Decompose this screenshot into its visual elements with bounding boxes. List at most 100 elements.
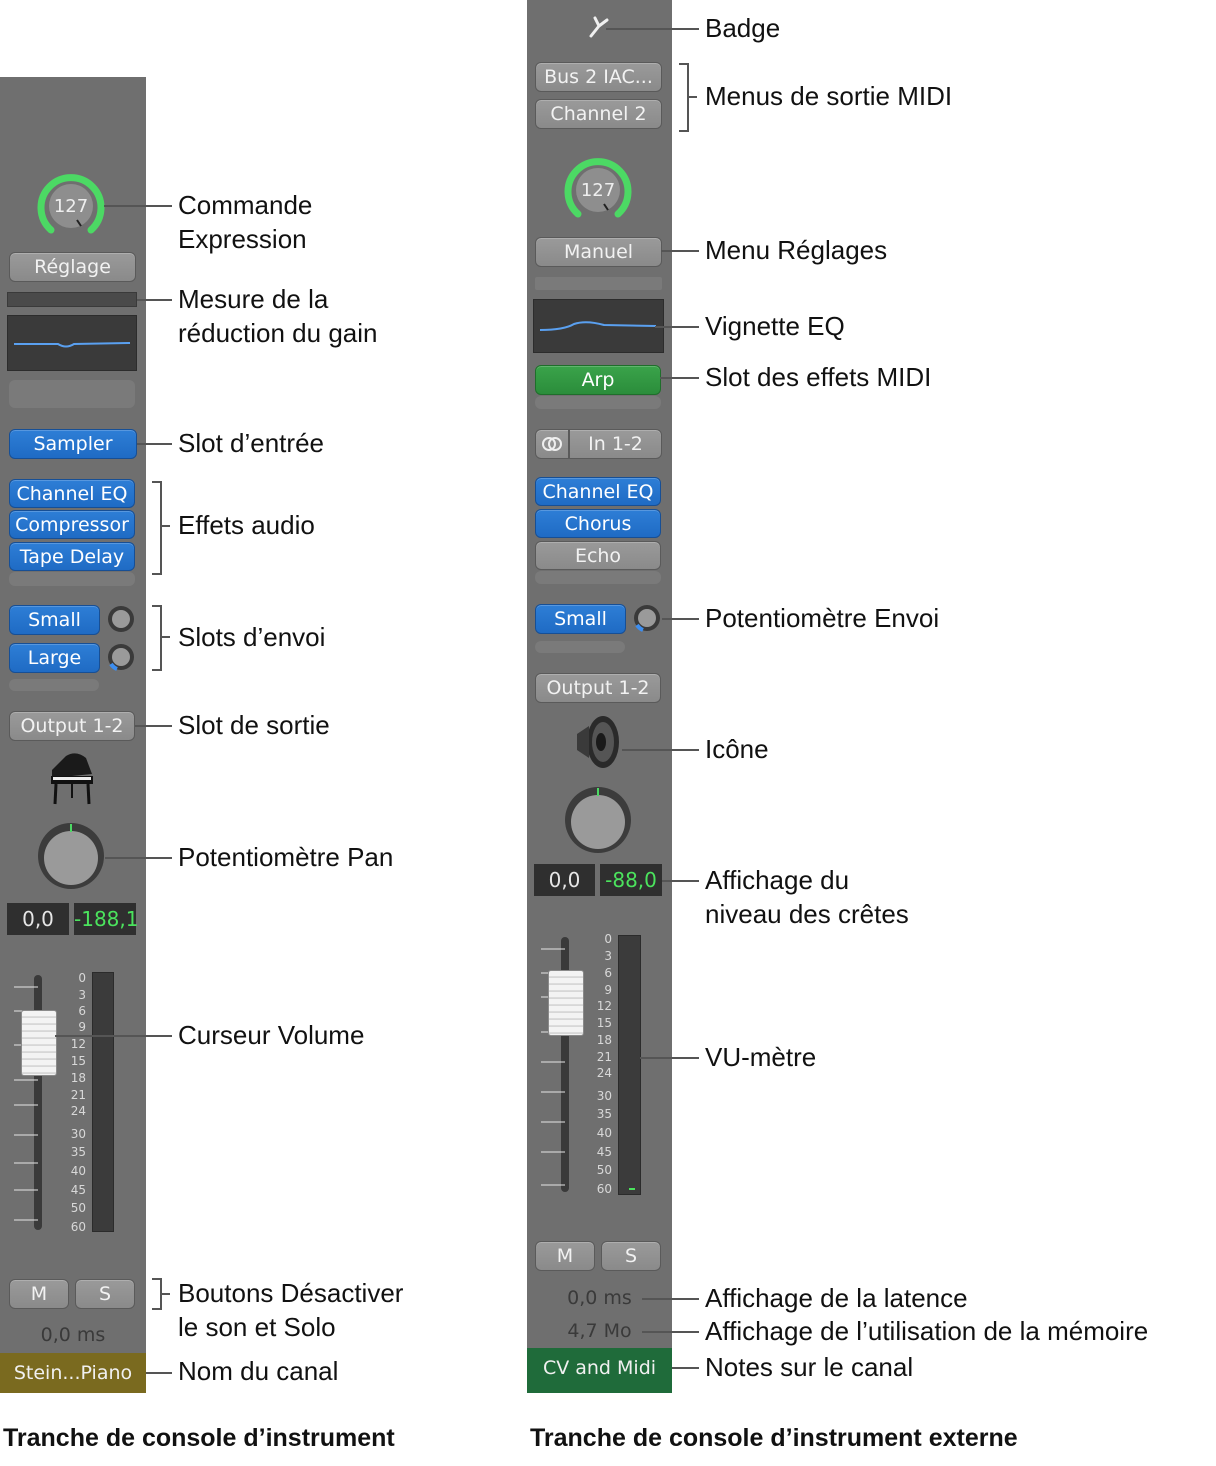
- callout-mute-solo-1: Boutons Désactiver: [178, 1278, 404, 1308]
- input-slot[interactable]: In 1-2: [569, 429, 662, 459]
- output-slot[interactable]: Output 1-2: [535, 673, 661, 703]
- gain-reduction-meter: [535, 277, 662, 290]
- audio-effect-slot-1[interactable]: Channel EQ: [535, 477, 661, 506]
- audio-effect-slot-empty[interactable]: [535, 571, 661, 584]
- scale-label: 24: [70, 1104, 86, 1118]
- callout-bracket: [679, 63, 689, 132]
- solo-button[interactable]: S: [601, 1241, 661, 1271]
- input-slot[interactable]: Sampler: [9, 429, 137, 459]
- send-slot-empty[interactable]: [535, 641, 625, 653]
- midi-output-channel-menu[interactable]: Channel 2: [535, 99, 662, 129]
- scale-label: 40: [596, 1126, 612, 1140]
- callout-peak-1: Affichage du: [705, 865, 850, 895]
- send-knob[interactable]: [632, 603, 662, 633]
- midi-fx-slot-empty[interactable]: [9, 380, 135, 408]
- expression-value: 127: [53, 196, 89, 217]
- callout-peak-2: niveau des crêtes: [705, 899, 909, 929]
- scale-label: 60: [70, 1220, 86, 1234]
- callout-bracket-tick: [162, 525, 170, 527]
- expression-value: 127: [580, 180, 616, 201]
- volume-value[interactable]: 0,0: [534, 864, 595, 896]
- callout-channel-name: Nom du canal: [178, 1356, 339, 1386]
- scale-label: 15: [70, 1054, 86, 1068]
- callout-badge: Badge: [705, 13, 781, 43]
- scale-label: 6: [78, 1004, 86, 1018]
- send-slot[interactable]: Small: [535, 604, 626, 634]
- volume-value[interactable]: 0,0: [7, 903, 69, 935]
- callout-notes: Notes sur le canal: [705, 1352, 914, 1382]
- scale-label: 50: [70, 1201, 86, 1215]
- eq-curve: [539, 321, 657, 331]
- callout-icon: Icône: [705, 734, 769, 764]
- callout-line: [662, 618, 699, 620]
- scale-label: 9: [78, 1020, 86, 1034]
- callout-vu-meter: VU-mètre: [705, 1042, 817, 1072]
- audio-effect-slot-3[interactable]: Echo: [535, 541, 661, 570]
- scale-label: 45: [596, 1145, 612, 1159]
- callout-memory: Affichage de l’utilisation de la mémoire: [705, 1316, 1149, 1346]
- audio-effect-slot-2[interactable]: Compressor: [9, 510, 135, 539]
- midi-fx-slot-empty[interactable]: [535, 396, 661, 409]
- midi-output-port-menu[interactable]: Bus 2 IAC...: [535, 62, 662, 92]
- audio-effect-slot-3[interactable]: Tape Delay: [9, 542, 135, 571]
- callout-bracket-tick: [162, 636, 170, 638]
- callout-expression-2: Expression: [178, 224, 307, 254]
- latency-display: 0,0 ms: [40, 1324, 106, 1346]
- audio-effect-slot-1[interactable]: Channel EQ: [9, 479, 135, 508]
- scale-label: 6: [604, 966, 612, 980]
- callout-line: [104, 205, 172, 207]
- pan-knob[interactable]: [37, 822, 105, 890]
- callout-pan: Potentiomètre Pan: [178, 842, 394, 872]
- send-slot-1[interactable]: Small: [9, 605, 100, 635]
- meter-scale: 0 3 6 9 12 15 18 21 24 30 35 40 45 50 60: [62, 971, 90, 1234]
- settings-menu[interactable]: Manuel: [535, 237, 662, 267]
- link-button[interactable]: [535, 429, 569, 459]
- send-slot-empty[interactable]: [9, 679, 99, 691]
- audio-effect-slot-empty[interactable]: [9, 572, 135, 586]
- setting-button[interactable]: Réglage: [9, 252, 136, 282]
- callout-line: [105, 857, 172, 859]
- callout-line: [661, 250, 699, 252]
- speaker-icon: [577, 716, 619, 768]
- output-slot[interactable]: Output 1-2: [9, 711, 135, 741]
- scale-label: 35: [70, 1145, 86, 1159]
- callout-volume: Curseur Volume: [178, 1020, 365, 1050]
- gain-reduction-meter: [7, 292, 137, 307]
- solo-button[interactable]: S: [75, 1279, 135, 1309]
- audio-effect-slot-2[interactable]: Chorus: [535, 509, 661, 538]
- callout-send-slots: Slots d’envoi: [178, 622, 326, 652]
- pan-knob[interactable]: [564, 786, 632, 854]
- eq-thumbnail[interactable]: [7, 315, 137, 371]
- scale-label: 24: [596, 1066, 612, 1080]
- channel-name[interactable]: Stein...Piano: [0, 1353, 146, 1393]
- midi-fx-slot[interactable]: Arp: [535, 365, 661, 395]
- eq-thumbnail[interactable]: [533, 299, 664, 353]
- callout-line: [662, 880, 699, 882]
- send-knob-2[interactable]: [106, 642, 136, 672]
- scale-label: 0: [78, 971, 86, 985]
- callout-line: [640, 1057, 699, 1059]
- callout-line: [672, 1367, 699, 1369]
- scale-label: 18: [596, 1033, 612, 1047]
- callout-line: [622, 749, 699, 751]
- level-meter: [92, 972, 114, 1232]
- mute-button[interactable]: M: [9, 1279, 69, 1309]
- link-icon: [542, 437, 562, 451]
- volume-fader-cap[interactable]: [548, 970, 584, 1036]
- send-slot-2[interactable]: Large: [9, 643, 100, 673]
- scale-label: 12: [70, 1037, 86, 1051]
- peak-level-display[interactable]: -88,0: [600, 864, 662, 896]
- scale-label: 3: [604, 949, 612, 963]
- send-knob-1[interactable]: [106, 604, 136, 634]
- callout-bracket-tick: [689, 96, 697, 98]
- meter-scale: 0 3 6 9 12 15 18 21 24 30 35 40 45 50 60: [588, 933, 616, 1195]
- callout-gain-reduction-1: Mesure de la: [178, 284, 329, 314]
- scale-label: 0: [604, 932, 612, 946]
- peak-level-display[interactable]: -188,1: [74, 903, 138, 935]
- mute-button[interactable]: M: [535, 1241, 595, 1271]
- volume-fader-cap[interactable]: [21, 1010, 57, 1076]
- channel-notes[interactable]: CV and Midi: [527, 1348, 672, 1393]
- scale-label: 18: [70, 1071, 86, 1085]
- scale-label: 15: [596, 1016, 612, 1030]
- callout-mute-solo-2: le son et Solo: [178, 1312, 336, 1342]
